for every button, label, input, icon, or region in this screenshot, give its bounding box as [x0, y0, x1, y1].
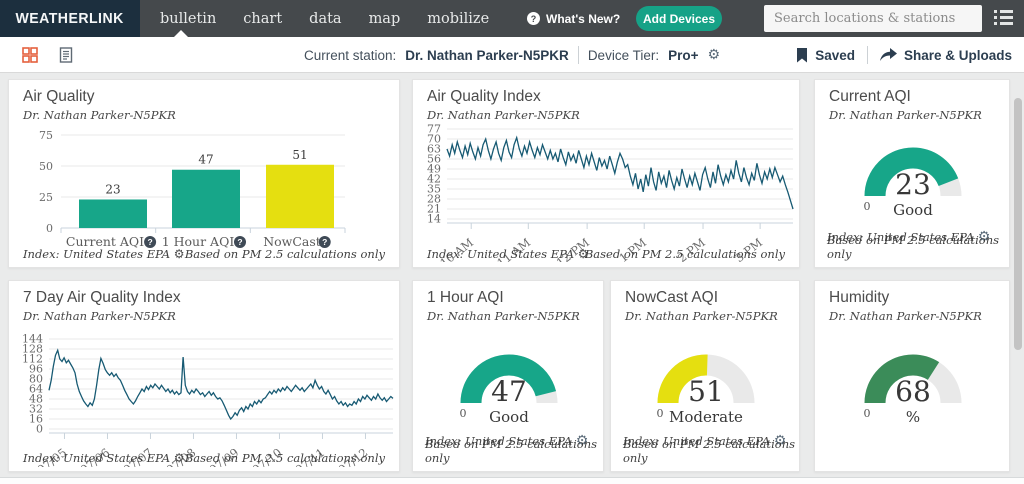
device-tier-label: Device Tier:	[588, 48, 659, 63]
card-subtitle: Dr. Nathan Parker-N5PKR	[23, 309, 176, 323]
pm-note: Based on PM 2.5 calculations only	[185, 247, 385, 261]
device-tier-value: Pro+	[668, 48, 698, 63]
air-quality-bar-chart: 755025023Current AQI?471 Hour AQI?51NowC…	[9, 122, 401, 252]
svg-text:0: 0	[864, 200, 871, 213]
tab-chart[interactable]: chart	[243, 11, 282, 27]
logo-text: WEATHERLINK	[16, 10, 124, 27]
card-title: NowCast AQI	[625, 289, 718, 307]
card-title: Air Quality Index	[427, 88, 541, 106]
divider	[578, 46, 579, 64]
svg-text:Good: Good	[893, 201, 933, 219]
pm-note: Based on PM 2.5 calculations only	[185, 451, 385, 465]
svg-text:25: 25	[39, 191, 53, 204]
card-subtitle: Dr. Nathan Parker-N5PKR	[829, 309, 982, 323]
list-menu-icon[interactable]	[994, 10, 1014, 26]
card-title: 7 Day Air Quality Index	[23, 289, 181, 307]
card-subtitle: Dr. Nathan Parker-N5PKR	[427, 309, 580, 323]
index-note: Index: United States EPA ⚙	[427, 247, 589, 261]
card-title: Humidity	[829, 289, 889, 307]
tab-data[interactable]: data	[309, 11, 341, 27]
weatherlink-dashboard: WEATHERLINK bulletin chart data map mobi…	[0, 0, 1024, 484]
svg-text:?: ?	[237, 237, 242, 247]
seven-day-line-chart: 144128112968064483216007/0507/0607/0707/…	[9, 331, 401, 467]
svg-text:0: 0	[460, 407, 467, 420]
tab-map[interactable]: map	[369, 11, 401, 27]
whats-new-label: What's New?	[546, 12, 620, 26]
vertical-scrollbar[interactable]	[1014, 98, 1022, 350]
svg-text:Good: Good	[489, 408, 529, 426]
tab-bulletin[interactable]: bulletin	[160, 11, 216, 27]
air-quality-card: Air Quality Dr. Nathan Parker-N5PKR 75 50…	[8, 79, 400, 268]
card-subtitle: Dr. Nathan Parker-N5PKR	[829, 108, 982, 122]
card-title: Air Quality	[23, 88, 95, 106]
bookmark-icon	[796, 48, 808, 63]
share-uploads-button[interactable]: Share & Uploads	[880, 48, 1012, 63]
nowcast-aqi-gauge: 51 0 Moderate	[636, 333, 776, 433]
current-aqi-gauge: 23 0 Good	[843, 126, 983, 226]
pm-note: Based on PM 2.5 calculations only	[425, 437, 603, 465]
svg-text:0: 0	[864, 407, 871, 420]
one-hour-aqi-card: 1 Hour AQI Dr. Nathan Parker-N5PKR 47 0 Go…	[412, 280, 604, 472]
tab-mobilize[interactable]: mobilize	[427, 11, 489, 27]
card-title: 1 Hour AQI	[427, 289, 504, 307]
svg-text:0: 0	[46, 222, 53, 235]
whats-new-link[interactable]: ? What's New?	[527, 0, 620, 37]
svg-text:23: 23	[895, 168, 931, 201]
card-subtitle: Dr. Nathan Parker-N5PKR	[23, 108, 176, 122]
nav-tabs: bulletin chart data map mobilize	[160, 0, 489, 37]
svg-text:0: 0	[36, 423, 43, 436]
share-arrow-icon	[880, 48, 897, 62]
svg-text:0: 0	[657, 407, 664, 420]
pm-note: Based on PM 2.5 calculations only	[623, 437, 799, 465]
card-subtitle: Dr. Nathan Parker-N5PKR	[625, 309, 778, 323]
pm-note: Based on PM 2.5 calculations only	[585, 247, 785, 261]
index-gear-icon[interactable]: ⚙	[174, 451, 185, 465]
active-tab-indicator	[174, 30, 188, 37]
next-row-edge	[0, 477, 1024, 484]
current-station-label: Current station:	[304, 48, 396, 63]
index-note: Index: United States EPA ⚙	[23, 451, 185, 465]
humidity-card: Humidity Dr. Nathan Parker-N5PKR 68 0%	[814, 280, 1010, 472]
svg-text:68: 68	[895, 375, 931, 408]
svg-text:47: 47	[491, 375, 527, 408]
svg-text:?: ?	[147, 237, 152, 247]
index-note: Index: United States EPA ⚙	[23, 247, 185, 261]
svg-text:?: ?	[322, 237, 327, 247]
air-quality-index-card: Air Quality Index Dr. Nathan Parker-N5PK…	[412, 79, 800, 268]
device-tier-gear-icon[interactable]: ⚙	[707, 47, 720, 63]
top-navbar: WEATHERLINK bulletin chart data map mobi…	[0, 0, 1024, 37]
svg-text:Moderate: Moderate	[669, 408, 743, 426]
svg-text:23: 23	[105, 182, 120, 196]
svg-text:%: %	[906, 408, 920, 426]
svg-text:50: 50	[39, 160, 53, 173]
saved-label: Saved	[815, 48, 855, 63]
seven-day-aqi-card: 7 Day Air Quality Index Dr. Nathan Parke…	[8, 280, 400, 472]
svg-text:75: 75	[39, 129, 53, 142]
search-input[interactable]	[764, 5, 982, 32]
station-name: Dr. Nathan Parker-N5PKR	[405, 48, 569, 63]
saved-button[interactable]: Saved	[796, 48, 855, 63]
weatherlink-logo[interactable]: WEATHERLINK	[0, 0, 140, 37]
station-toolbar: Current station: Dr. Nathan Parker-N5PKR…	[0, 37, 1024, 73]
index-gear-icon[interactable]: ⚙	[174, 247, 185, 261]
add-devices-button[interactable]: Add Devices	[636, 6, 722, 31]
nowcast-aqi-card: NowCast AQI Dr. Nathan Parker-N5PKR 51 0M…	[610, 280, 800, 472]
toolbar-actions: Saved Share & Uploads	[796, 37, 1012, 73]
current-aqi-card: Current AQI Dr. Nathan Parker-N5PKR 23 0 G…	[814, 79, 1010, 268]
pm-note: Based on PM 2.5 calculations only	[827, 233, 1009, 261]
svg-text:47: 47	[198, 153, 213, 167]
humidity-gauge: 68 0%	[843, 333, 983, 433]
svg-text:51: 51	[292, 148, 307, 162]
question-circle-icon: ?	[527, 12, 540, 25]
aqi-intraday-line-chart: 7770635649423528211410 AM11 AM12 PM1 PM2…	[413, 124, 801, 262]
card-title: Current AQI	[829, 88, 911, 106]
divider	[867, 46, 868, 64]
svg-text:51: 51	[688, 375, 724, 408]
share-uploads-label: Share & Uploads	[904, 48, 1012, 63]
one-hour-aqi-gauge: 47 0 Good	[439, 333, 579, 433]
svg-text:14: 14	[427, 213, 441, 226]
card-subtitle: Dr. Nathan Parker-N5PKR	[427, 108, 580, 122]
